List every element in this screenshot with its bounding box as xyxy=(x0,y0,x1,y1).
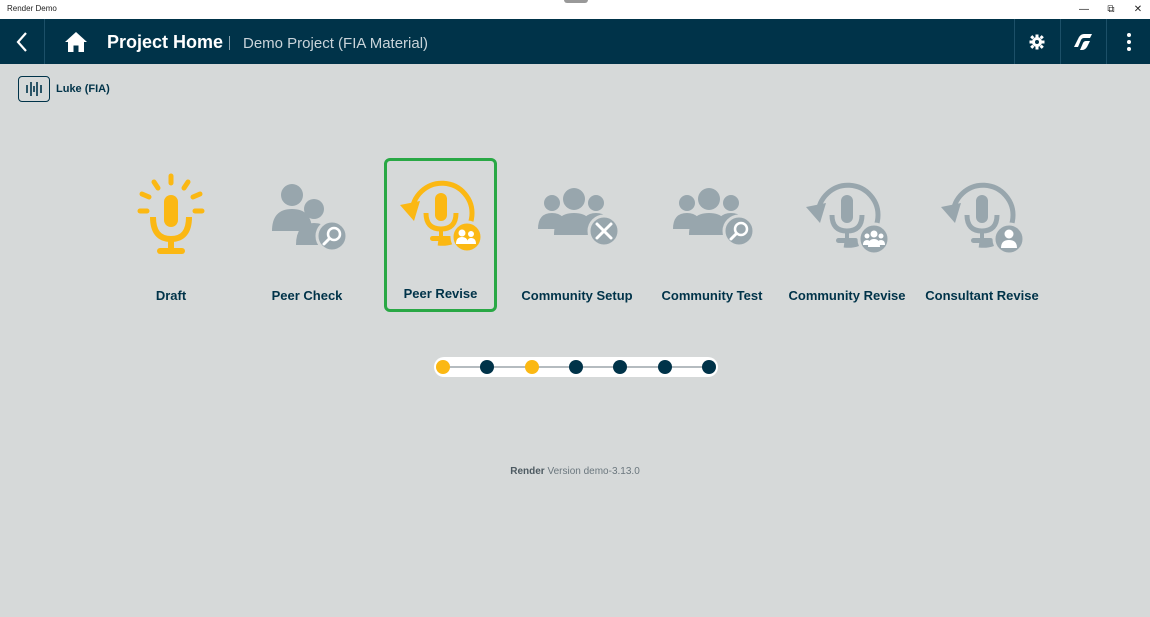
step-community-revise[interactable]: Community Revise xyxy=(788,160,906,310)
close-button[interactable]: ✕ xyxy=(1124,0,1150,19)
peer-revise-icon xyxy=(391,168,491,264)
step-label: Peer Check xyxy=(271,288,343,303)
community-test-icon xyxy=(662,170,762,266)
progress-dot xyxy=(702,360,716,374)
step-label: Community Setup xyxy=(521,288,633,303)
community-revise-icon xyxy=(797,170,897,266)
progress-dot xyxy=(525,360,539,374)
title-divider xyxy=(229,36,230,50)
progress-indicator xyxy=(434,357,718,377)
progress-dot xyxy=(613,360,627,374)
back-arrow-icon xyxy=(16,31,27,52)
window-grip xyxy=(564,0,588,3)
step-draft[interactable]: Draft xyxy=(114,160,228,310)
progress-dot xyxy=(569,360,583,374)
user-chip[interactable]: Luke (FIA) xyxy=(18,76,110,102)
settings-button[interactable] xyxy=(1014,19,1059,64)
minimize-button[interactable]: — xyxy=(1070,0,1098,19)
step-community-setup[interactable]: Community Setup xyxy=(520,160,634,310)
gear-icon xyxy=(1029,34,1045,49)
community-setup-icon xyxy=(527,170,627,266)
app-name: Render xyxy=(510,466,545,477)
step-community-test[interactable]: Community Test xyxy=(655,160,769,310)
kebab-menu-icon xyxy=(1127,32,1131,51)
peer-check-icon xyxy=(257,170,357,266)
step-peer-check[interactable]: Peer Check xyxy=(250,160,364,310)
project-name: Demo Project (FIA Material) xyxy=(243,35,429,52)
consultant-revise-icon xyxy=(932,170,1032,266)
home-button[interactable] xyxy=(62,29,90,55)
home-icon xyxy=(65,32,87,52)
step-label: Community Revise xyxy=(788,288,906,303)
user-name: Luke (FIA) xyxy=(56,83,110,95)
step-peer-revise[interactable]: Peer Revise xyxy=(384,158,497,312)
step-label: Draft xyxy=(155,288,187,303)
window-title: Render Demo xyxy=(7,4,57,13)
step-label: Peer Revise xyxy=(403,286,478,301)
waveform-user-icon xyxy=(18,76,50,102)
version-text: Version demo-3.13.0 xyxy=(547,466,640,477)
lightbulb-mic-icon xyxy=(121,170,221,266)
window-titlebar: Render Demo — ⧉ ✕ xyxy=(0,0,1150,19)
page-title: Project Home xyxy=(107,32,224,52)
progress-dot xyxy=(480,360,494,374)
sync-button[interactable] xyxy=(1060,19,1105,64)
more-menu-button[interactable] xyxy=(1106,19,1150,64)
sync-icon xyxy=(1074,33,1092,50)
step-consultant-revise[interactable]: Consultant Revise xyxy=(925,160,1039,310)
progress-dot xyxy=(658,360,672,374)
version-info: Render Version demo-3.13.0 xyxy=(0,466,1150,477)
app-header: Project Home Demo Project (FIA Material) xyxy=(0,19,1150,64)
step-label: Community Test xyxy=(661,288,763,303)
maximize-button[interactable]: ⧉ xyxy=(1097,0,1125,19)
progress-dot xyxy=(436,360,450,374)
back-button[interactable] xyxy=(0,19,45,64)
step-label: Consultant Revise xyxy=(925,288,1039,303)
